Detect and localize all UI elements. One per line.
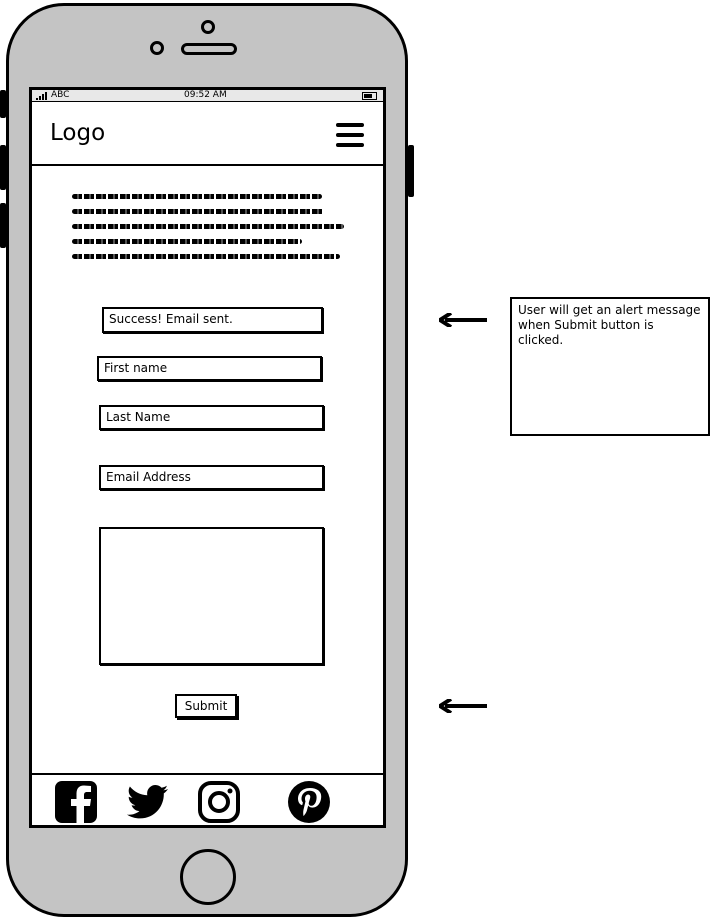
- status-bar: ABC 09:52 AM: [32, 90, 383, 102]
- signal-icon: [36, 92, 47, 100]
- clock: 09:52 AM: [184, 90, 227, 100]
- mute-switch: [0, 90, 6, 118]
- message-textarea[interactable]: [99, 527, 324, 665]
- hamburger-menu-icon[interactable]: [336, 123, 364, 147]
- last-name-input[interactable]: Last Name: [99, 405, 324, 430]
- twitter-icon[interactable]: [126, 780, 170, 824]
- volume-down-button: [0, 203, 6, 248]
- placeholder-paragraph: [72, 194, 347, 269]
- phone-screen: ABC 09:52 AM Logo Success! Email sent. F…: [29, 87, 386, 828]
- carrier-label: ABC: [51, 90, 70, 100]
- email-input[interactable]: Email Address: [99, 465, 324, 490]
- earpiece-speaker: [181, 43, 237, 55]
- logo[interactable]: Logo: [50, 120, 105, 146]
- annotation-arrow-left: [439, 313, 487, 327]
- front-camera: [201, 20, 215, 34]
- submit-button[interactable]: Submit: [175, 694, 237, 718]
- pinterest-icon[interactable]: [287, 780, 331, 824]
- app-header: Logo: [32, 102, 383, 166]
- facebook-icon[interactable]: [54, 780, 98, 824]
- success-alert: Success! Email sent.: [102, 307, 323, 333]
- annotation-arrow-left: [439, 699, 487, 713]
- power-button: [408, 145, 414, 197]
- first-name-input[interactable]: First name: [97, 356, 322, 381]
- volume-up-button: [0, 145, 6, 190]
- social-footer: [32, 773, 383, 825]
- battery-icon: [362, 92, 377, 100]
- instagram-icon[interactable]: [197, 780, 241, 824]
- proximity-sensor: [150, 41, 164, 55]
- home-button[interactable]: [180, 849, 236, 905]
- annotation-note: User will get an alert message when Subm…: [510, 297, 710, 436]
